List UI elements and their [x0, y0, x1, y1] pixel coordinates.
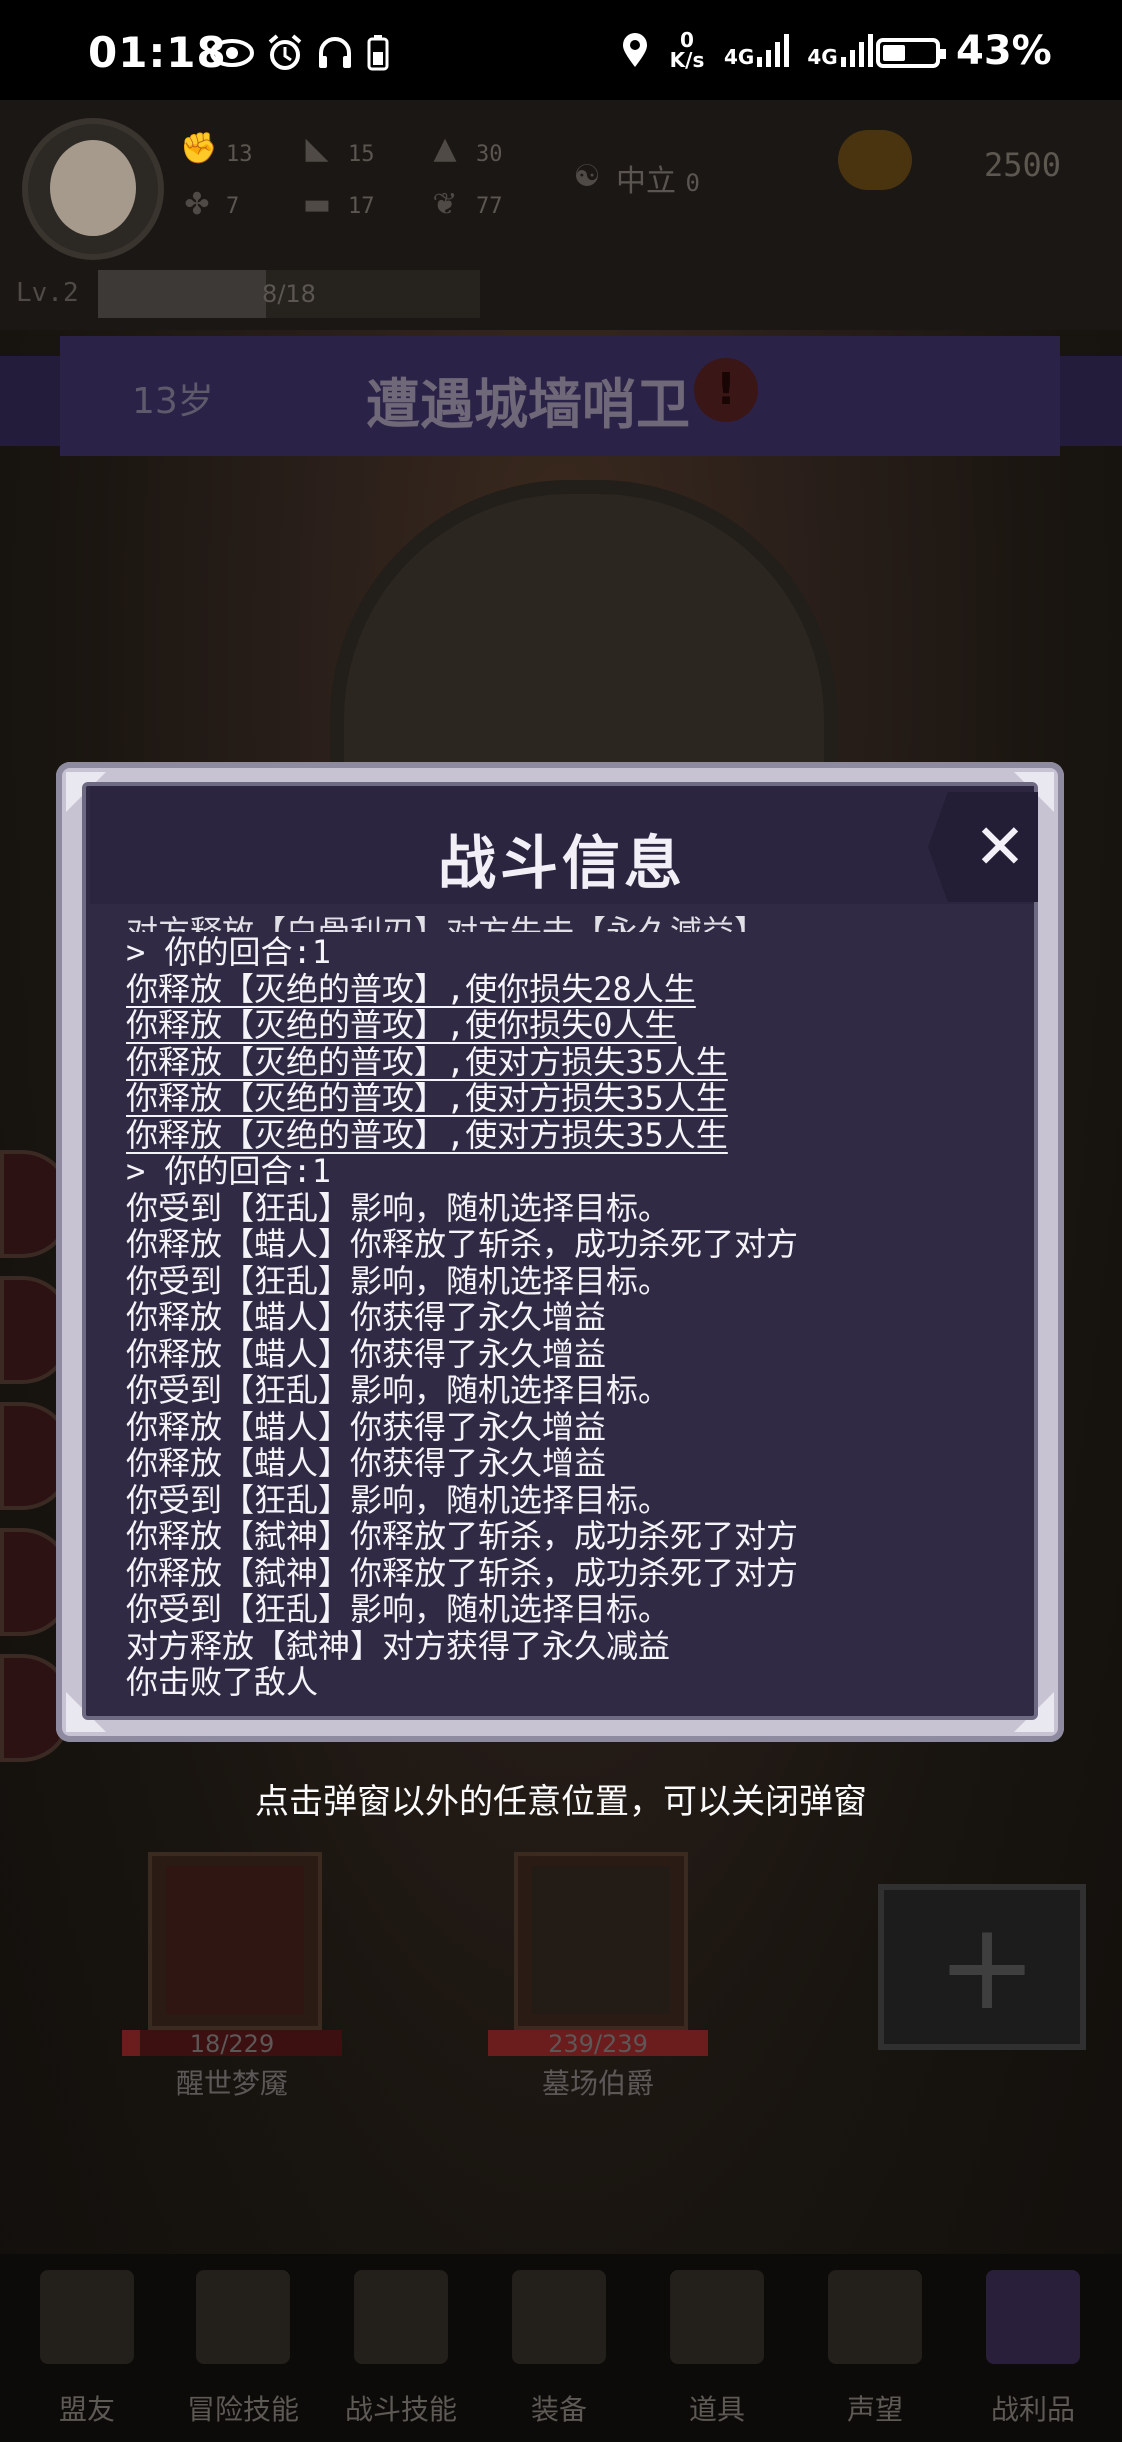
potion-bag-icon	[670, 2270, 764, 2364]
log-line: 你受到【狂乱】影响，随机选择目标。	[126, 1188, 671, 1227]
party-card-nightmare[interactable]	[148, 1852, 322, 2030]
battle-info-dialog[interactable]: 战斗信息 ✕ 对方释放【白骨利刃】对方失去【永久減益】 > 你的回合:1 你释放…	[56, 762, 1064, 1742]
location-icon	[623, 33, 647, 67]
sim1-signal: 4G	[724, 33, 791, 67]
avatar-face	[50, 140, 136, 236]
alarm-icon	[268, 34, 302, 70]
yin-yang-icon: ☯	[573, 159, 601, 194]
ally-name: 墓场伯爵	[541, 2067, 654, 2100]
log-line: 你释放【弑神】你释放了斩杀，成功杀死了对方	[126, 1553, 799, 1592]
player-age: 13岁	[132, 381, 214, 422]
clover-icon: ✤	[184, 187, 210, 222]
hp-text: 239/239	[548, 2030, 648, 2058]
log-line: 对方释放【弑神】对方获得了永久减益	[126, 1626, 671, 1665]
book-icon: ▬	[302, 187, 332, 222]
log-line: 你受到【狂乱】影响，随机选择目标。	[126, 1480, 671, 1519]
log-line: 你释放【蜡人】你获得了永久增益	[126, 1298, 607, 1336]
boot-icon: ◣	[305, 131, 329, 166]
add-ally-button[interactable]: +	[878, 1884, 1086, 2050]
hp-text: 18/229	[189, 2030, 275, 2058]
battery-level	[883, 45, 905, 61]
log-line: 你释放【灭绝的普攻】,使你损失0人生	[126, 1006, 677, 1044]
plus-icon: +	[936, 1898, 1038, 2037]
close-button[interactable]: ✕	[928, 792, 1038, 902]
log-line: 你释放【蜡人】你获得了永久增益	[126, 1334, 607, 1373]
status-time: 01:18	[88, 28, 227, 77]
close-hint: 点击弹窗以外的任意位置，可以关闭弹窗	[255, 1782, 867, 1822]
ally-name: 醒世梦魇	[175, 2067, 288, 2100]
nav-items[interactable]: 道具	[642, 2264, 792, 2434]
gold-coin-icon	[838, 130, 912, 190]
stat-strength: 13	[226, 142, 253, 167]
xp-bar: 8/18	[98, 270, 480, 318]
dialog-body: 战斗信息 ✕ 对方释放【白骨利刃】对方失去【永久減益】 > 你的回合:1 你释放…	[82, 782, 1038, 1720]
xp-text: 8/18	[262, 280, 316, 308]
log-line: 你受到【狂乱】影响，随机选择目标。	[126, 1590, 671, 1628]
alert-icon[interactable]: !	[694, 358, 758, 422]
treasure-chest-icon	[986, 2270, 1080, 2364]
status-left-icons	[210, 34, 390, 72]
alignment-label: 中立 0	[616, 164, 700, 199]
log-line: 你释放【蜡人】你获得了永久增益	[126, 1407, 607, 1446]
log-line: 你受到【狂乱】影响，随机选择目标。	[126, 1371, 671, 1409]
status-right-icons: 0 K/s 4G 4G	[620, 30, 875, 70]
log-line: 你释放【蜡人】你释放了斩杀，成功杀死了对方	[126, 1225, 799, 1263]
stat-agility: 15	[348, 142, 375, 167]
scroll-icon	[828, 2270, 922, 2364]
nav-adventure-skills[interactable]: 冒险技能	[168, 2264, 318, 2434]
wings-icon: ❦	[432, 187, 458, 222]
log-line: 你受到【狂乱】影响，随机选择目标。	[126, 1261, 671, 1300]
log-line: 对方释放【白骨利刃】对方失去【永久減益】	[126, 916, 1016, 932]
log-line: > 你的回合:1	[126, 933, 332, 971]
stat-charisma: 77	[476, 194, 503, 219]
log-line: 你击败了敌人	[126, 1663, 319, 1696]
log-line: 你释放【蜡人】你获得了永久增益	[126, 1444, 607, 1482]
event-title: 遭遇城墙哨卫	[366, 373, 690, 436]
signal-bars-icon	[840, 34, 873, 67]
status-bar: 01:18 0 K/s 4G 4G 43%	[0, 0, 1122, 100]
dialog-title: 战斗信息	[437, 829, 686, 897]
party-card-count[interactable]	[514, 1852, 688, 2030]
wizard-hat-icon: ▲	[433, 131, 457, 166]
log-line: 你释放【灭绝的普攻】,使对方损失35人生	[126, 1042, 728, 1081]
battle-log[interactable]: 对方释放【白骨利刃】对方失去【永久減益】 > 你的回合:1 你释放【灭绝的普攻】…	[126, 916, 1016, 1696]
player-level: Lv.2	[16, 278, 79, 308]
nav-reputation[interactable]: 声望	[800, 2264, 950, 2434]
log-line: 你释放【灭绝的普攻】,使对方损失35人生	[126, 1079, 728, 1117]
phone-battery-icon	[367, 35, 389, 71]
log-line: 你释放【灭绝的普攻】,使你损失28人生	[126, 969, 696, 1008]
signal-bars-icon	[757, 34, 790, 67]
fist-icon: ✊	[180, 131, 218, 166]
avatar[interactable]	[22, 118, 164, 260]
stat-knowledge: 17	[348, 194, 375, 219]
log-line: 你释放【弑神】你释放了斩杀，成功杀死了对方	[126, 1517, 799, 1555]
stat-luck: 7	[226, 194, 240, 219]
battery-icon	[876, 38, 946, 68]
nav-combat-skills[interactable]: 战斗技能	[326, 2264, 476, 2434]
handshake-icon	[40, 2270, 134, 2364]
network-speed: 0 K/s	[669, 28, 705, 72]
crossed-swords-icon	[512, 2270, 606, 2364]
close-icon: ✕	[974, 810, 1026, 883]
backpack-icon	[354, 2270, 448, 2364]
nav-allies[interactable]: 盟友	[12, 2264, 162, 2434]
eye-icon	[210, 39, 254, 67]
demon-portrait	[166, 1866, 304, 2014]
log-line: 你释放【灭绝的普攻】,使对方损失35人生	[126, 1115, 728, 1154]
sim2-signal: 4G	[807, 33, 874, 67]
stat-intellect: 30	[476, 142, 503, 167]
nav-equipment[interactable]: 装备	[484, 2264, 634, 2434]
hooded-figure-portrait	[532, 1866, 670, 2014]
nav-loot[interactable]: 战利品	[958, 2264, 1108, 2434]
spellbook-icon	[196, 2270, 290, 2364]
battery-percent: 43%	[956, 28, 1052, 74]
log-line: > 你的回合:1	[126, 1152, 332, 1190]
headset-icon	[319, 37, 351, 68]
dialog-header: 战斗信息 ✕	[90, 786, 1038, 904]
game-screen: 01:18 0 K/s 4G 4G 43% ✊ 13 ◣ 15 ▲ 30 ✤ 7…	[0, 0, 1122, 2442]
gold-amount: 2500	[984, 146, 1062, 184]
